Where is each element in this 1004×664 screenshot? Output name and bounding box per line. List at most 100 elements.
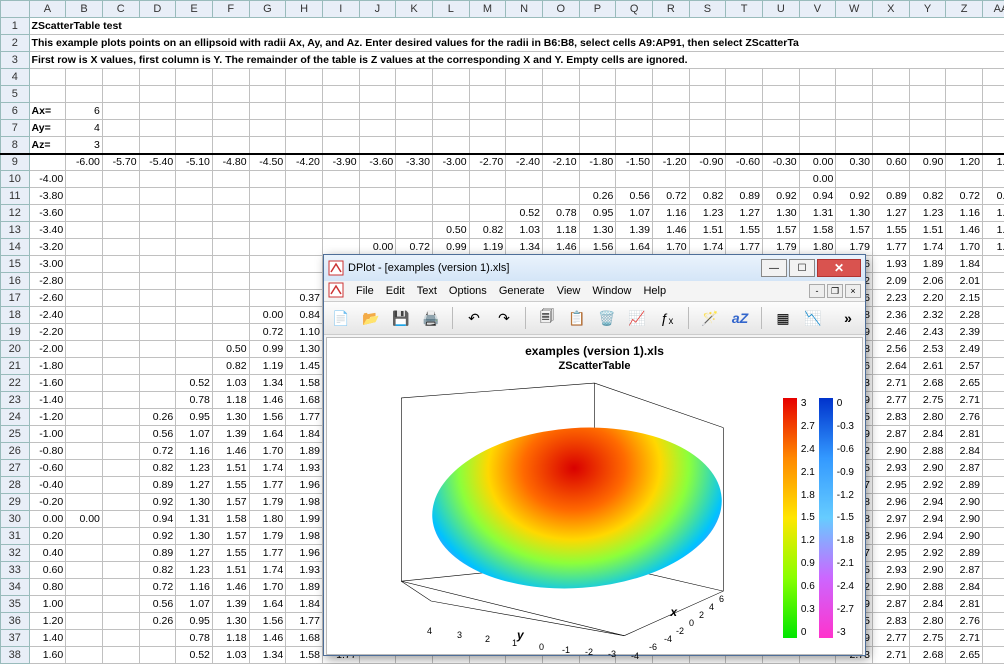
cell[interactable]: 1.89 [286,443,323,460]
cell[interactable] [66,205,103,222]
cell[interactable] [359,137,396,154]
cell[interactable]: 2.83 [872,409,909,426]
cell[interactable] [983,596,1004,613]
row-header[interactable]: 32 [1,545,30,562]
cell[interactable]: -3.60 [359,154,396,171]
row-header[interactable]: 38 [1,647,30,664]
cell[interactable] [66,86,103,103]
cell[interactable] [139,392,176,409]
cell[interactable] [872,171,909,188]
cell[interactable]: 0.78 [176,630,213,647]
cell[interactable]: 1.03 [212,375,249,392]
mdi-close-button[interactable]: × [845,284,861,298]
cell[interactable] [66,647,103,664]
cell[interactable]: 1.77 [249,477,286,494]
cell[interactable] [359,205,396,222]
cell[interactable]: 1.89 [286,579,323,596]
cell[interactable] [139,205,176,222]
cell[interactable] [432,120,469,137]
cell[interactable]: 0.60 [872,154,909,171]
cell[interactable] [286,103,323,120]
cell[interactable]: 3 [66,137,103,154]
cell[interactable]: 1.31 [176,511,213,528]
save-icon[interactable]: 💾 [388,305,414,331]
row-header[interactable]: 1 [1,18,30,35]
row-header[interactable]: 29 [1,494,30,511]
row-header[interactable]: 23 [1,392,30,409]
cell[interactable] [102,324,139,341]
row-header[interactable]: 18 [1,307,30,324]
cell[interactable]: 2.36 [872,307,909,324]
row-header[interactable]: 13 [1,222,30,239]
cell[interactable] [139,647,176,664]
cell[interactable] [616,137,653,154]
cell[interactable] [102,579,139,596]
cell[interactable] [212,103,249,120]
cell[interactable] [616,120,653,137]
cell[interactable]: 1.70 [249,443,286,460]
cell[interactable]: 2.46 [872,324,909,341]
cell[interactable]: 1.93 [286,460,323,477]
cell[interactable] [872,86,909,103]
cell[interactable] [836,103,873,120]
cell[interactable] [212,273,249,290]
cell[interactable] [946,103,983,120]
cell[interactable] [579,171,616,188]
cell[interactable]: 1.16 [652,205,689,222]
cell[interactable] [542,137,579,154]
cell[interactable]: 0.94 [139,511,176,528]
cell[interactable]: 0.00 [799,171,836,188]
cell[interactable]: 1.45 [286,358,323,375]
cell[interactable] [102,562,139,579]
cell[interactable] [66,256,103,273]
cell[interactable]: -1.60 [29,375,66,392]
cell[interactable]: 0.92 [836,188,873,205]
cell[interactable] [983,86,1004,103]
cell[interactable]: 1.74 [909,239,946,256]
cell[interactable] [983,630,1004,647]
cell[interactable]: 1.20 [946,154,983,171]
cell[interactable] [983,392,1004,409]
cell[interactable] [983,562,1004,579]
cell[interactable] [286,171,323,188]
cell[interactable]: -3.00 [432,154,469,171]
cell[interactable]: 1.27 [872,205,909,222]
cell[interactable]: 1.46 [249,630,286,647]
cell[interactable]: 1.34 [506,239,543,256]
cell[interactable] [359,171,396,188]
menu-window[interactable]: Window [592,285,631,297]
row-header[interactable]: 15 [1,256,30,273]
cell[interactable]: 0.92 [139,494,176,511]
cell[interactable] [139,86,176,103]
function-icon[interactable]: ƒₓ [654,305,680,331]
cell[interactable] [176,86,213,103]
cell[interactable] [212,307,249,324]
cell[interactable] [212,137,249,154]
cell[interactable] [286,120,323,137]
cell[interactable] [102,341,139,358]
cell[interactable] [542,69,579,86]
open-icon[interactable]: 📂 [358,305,384,331]
cell[interactable] [359,188,396,205]
cell[interactable]: 0.00 [66,511,103,528]
menu-edit[interactable]: Edit [386,285,405,297]
cell[interactable] [469,205,506,222]
cell[interactable] [66,545,103,562]
cell[interactable]: 1.18 [212,392,249,409]
cell[interactable]: 1.46 [249,392,286,409]
cell[interactable]: 1.57 [212,494,249,511]
row-header[interactable]: 26 [1,443,30,460]
menu-help[interactable]: Help [643,285,666,297]
cell[interactable]: 1.27 [176,477,213,494]
cell[interactable] [176,222,213,239]
cell[interactable] [909,137,946,154]
cell[interactable] [946,69,983,86]
cell[interactable]: Ax= [29,103,66,120]
cell[interactable] [506,69,543,86]
cell[interactable]: 2.57 [946,358,983,375]
plot-icon[interactable]: 📉 [800,305,826,331]
cell[interactable] [432,137,469,154]
cell[interactable] [799,69,836,86]
wizard-icon[interactable]: 🪄 [697,305,723,331]
cell[interactable] [726,103,763,120]
